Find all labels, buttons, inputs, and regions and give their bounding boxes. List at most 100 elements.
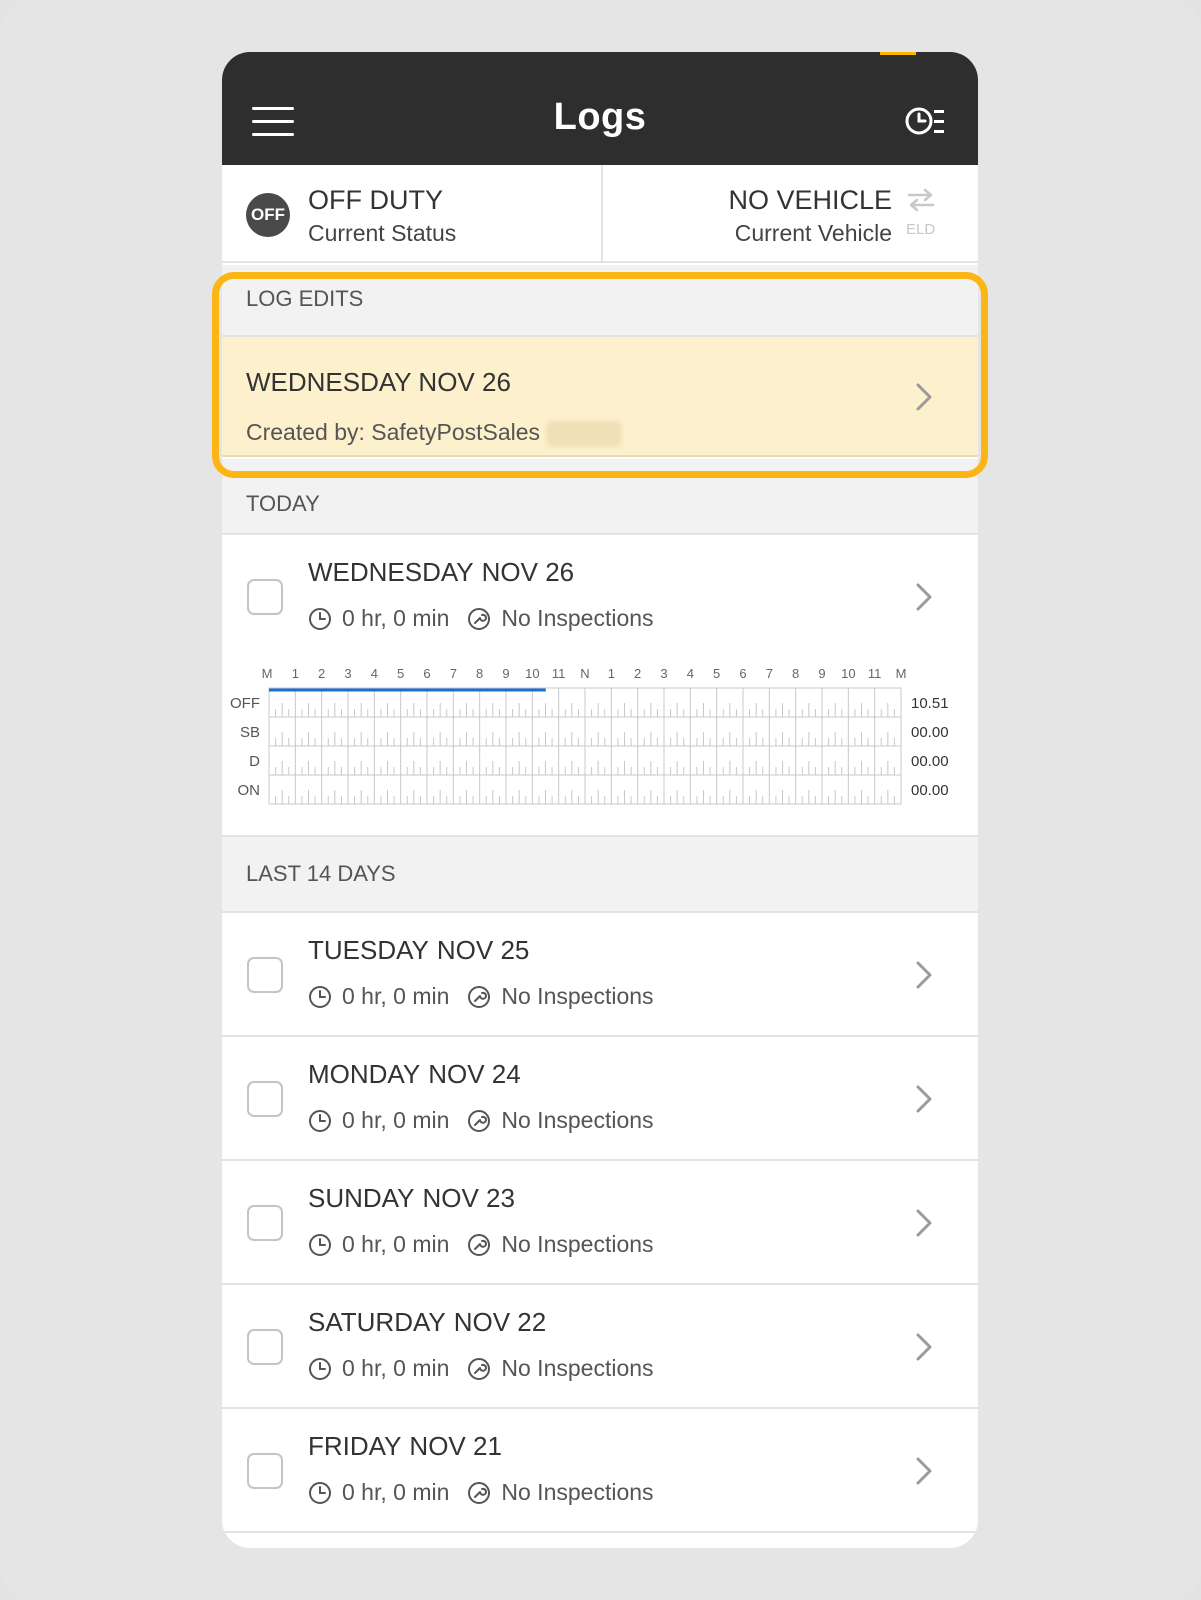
clock-list-icon[interactable] xyxy=(904,104,948,140)
day-checkbox[interactable] xyxy=(247,1329,283,1365)
hour-tick-label: 9 xyxy=(502,666,509,681)
log-edit-title: WEDNESDAY NOV 26 xyxy=(246,367,511,398)
status-row-label: ON xyxy=(238,782,261,799)
hour-tick-label: 2 xyxy=(318,666,325,681)
hour-tick-label: 11 xyxy=(552,666,566,681)
day-name: TUESDAY xyxy=(308,935,429,965)
app-header: Logs xyxy=(222,52,978,165)
chevron-right-icon xyxy=(916,383,932,411)
duty-graph-svg: M 1 2 3 4 5 6 7 8 9 10 11 N 1 2 3 4 5 6 7 8 9 10 11 MOFF 10.51SB 0… xyxy=(230,666,949,805)
status-row-total: 00.00 xyxy=(911,782,949,799)
chevron-right-icon xyxy=(916,961,932,989)
day-log-row[interactable]: SUNDAY NOV 23 0 hr, 0 min No Inspections xyxy=(222,1161,978,1285)
day-log-row[interactable]: SATURDAY NOV 22 0 hr, 0 min No Inspections xyxy=(222,1285,978,1409)
swap-icon[interactable] xyxy=(906,187,936,213)
hour-tick-label: 6 xyxy=(739,666,746,681)
duty-status-title[interactable]: OFF DUTY xyxy=(308,185,443,216)
day-name: FRIDAY xyxy=(308,1431,402,1461)
day-title: SATURDAY NOV 22 xyxy=(308,1307,546,1338)
page-title: Logs xyxy=(553,96,647,138)
day-date: NOV 25 xyxy=(436,935,530,965)
day-inspections: No Inspections xyxy=(501,1479,654,1505)
clock-icon xyxy=(309,1109,331,1132)
duty-status-badge[interactable]: OFF xyxy=(246,193,290,237)
log-edit-item[interactable]: WEDNESDAY NOV 26 Created by: SafetyPostS… xyxy=(222,337,978,457)
day-date: NOV 24 xyxy=(428,1059,521,1089)
day-date: NOV 22 xyxy=(453,1307,547,1337)
duty-status-sub: Current Status xyxy=(308,220,457,246)
day-meta: 0 hr, 0 min No Inspections xyxy=(308,1355,654,1382)
day-name: MONDAY xyxy=(308,1059,421,1089)
hour-tick-label: 11 xyxy=(868,666,882,681)
vehicle-title[interactable]: NO VEHICLE xyxy=(728,185,892,216)
hour-tick-label: 8 xyxy=(792,666,799,681)
hour-tick-label: M xyxy=(262,666,273,681)
hour-tick-label: 5 xyxy=(713,666,720,681)
clock-icon xyxy=(309,1357,331,1380)
chevron-right-icon xyxy=(916,1209,932,1237)
day-title: FRIDAY NOV 21 xyxy=(308,1431,502,1462)
day-meta: 0 hr, 0 min No Inspections xyxy=(308,1107,654,1134)
day-inspections: No Inspections xyxy=(501,983,654,1009)
status-row-total: 00.00 xyxy=(911,753,949,770)
day-checkbox[interactable] xyxy=(247,1453,283,1489)
day-inspections: No Inspections xyxy=(501,1107,654,1133)
today-day: WEDNESDAY xyxy=(308,557,474,587)
day-checkbox[interactable] xyxy=(247,1205,283,1241)
status-row-label: SB xyxy=(240,724,260,741)
day-duration: 0 hr, 0 min xyxy=(342,1479,450,1505)
day-inspections: No Inspections xyxy=(501,1231,654,1257)
day-date: NOV 23 xyxy=(422,1183,515,1213)
wrench-icon xyxy=(468,1357,491,1380)
hour-tick-label: 7 xyxy=(766,666,773,681)
clock-icon xyxy=(309,985,331,1008)
chevron-right-icon xyxy=(916,1457,932,1485)
phone-screen: Logs OFF OFF DUTY Current Status NO VEHI… xyxy=(222,52,978,1548)
day-checkbox[interactable] xyxy=(247,957,283,993)
day-log-row[interactable]: TUESDAY NOV 25 0 hr, 0 min No Inspections xyxy=(222,913,978,1037)
day-name: SATURDAY xyxy=(308,1307,446,1337)
clock-icon xyxy=(309,1481,331,1504)
hour-tick-label: M xyxy=(896,666,907,681)
status-row-label: OFF xyxy=(230,695,260,712)
day-meta: 0 hr, 0 min No Inspections xyxy=(308,1231,654,1258)
redacted-name xyxy=(546,420,623,447)
status-row-label: D xyxy=(249,753,260,770)
hour-tick-label: 7 xyxy=(450,666,457,681)
day-duration: 0 hr, 0 min xyxy=(342,1355,450,1381)
duty-log-graph[interactable]: M 1 2 3 4 5 6 7 8 9 10 11 N 1 2 3 4 5 6 7 8 9 10 11 M OFF 10.51 SB 0… xyxy=(222,664,978,824)
chevron-right-icon xyxy=(916,583,932,611)
status-bar: OFF OFF DUTY Current Status NO VEHICLE C… xyxy=(222,165,978,263)
day-title: SUNDAY NOV 23 xyxy=(308,1183,515,1214)
day-name: SUNDAY xyxy=(308,1183,415,1213)
today-checkbox[interactable] xyxy=(247,579,283,615)
day-log-row[interactable]: MONDAY NOV 24 0 hr, 0 min No Inspections xyxy=(222,1037,978,1161)
hour-tick-label: 4 xyxy=(687,666,694,681)
hour-tick-label: 1 xyxy=(292,666,299,681)
day-meta: 0 hr, 0 min No Inspections xyxy=(308,1479,654,1506)
section-today: TODAY xyxy=(222,459,978,535)
hour-tick-label: 5 xyxy=(397,666,404,681)
hour-tick-label: 3 xyxy=(660,666,667,681)
day-meta: 0 hr, 0 min No Inspections xyxy=(308,983,654,1010)
day-title: MONDAY NOV 24 xyxy=(308,1059,521,1090)
wrench-icon xyxy=(468,1481,491,1504)
vehicle-sub: Current Vehicle xyxy=(734,220,892,246)
status-row-total: 00.00 xyxy=(911,724,949,741)
today-title: WEDNESDAY NOV 26 xyxy=(308,557,574,588)
day-log-row[interactable]: FRIDAY NOV 21 0 hr, 0 min No Inspections xyxy=(222,1409,978,1533)
status-divider xyxy=(601,165,603,263)
hour-tick-label: N xyxy=(580,666,589,681)
hour-tick-label: 4 xyxy=(371,666,378,681)
day-duration: 0 hr, 0 min xyxy=(342,1231,450,1257)
wrench-icon xyxy=(468,985,491,1008)
status-indicator xyxy=(880,52,916,55)
log-edit-created-by: Created by: SafetyPostSales xyxy=(246,419,623,447)
day-checkbox[interactable] xyxy=(247,1081,283,1117)
hour-tick-label: 10 xyxy=(841,666,855,681)
hour-tick-label: 10 xyxy=(525,666,539,681)
hour-tick-label: 2 xyxy=(634,666,641,681)
today-meta: 0 hr, 0 min No Inspections xyxy=(308,605,654,632)
hour-tick-label: 6 xyxy=(423,666,430,681)
chevron-right-icon xyxy=(916,1333,932,1361)
